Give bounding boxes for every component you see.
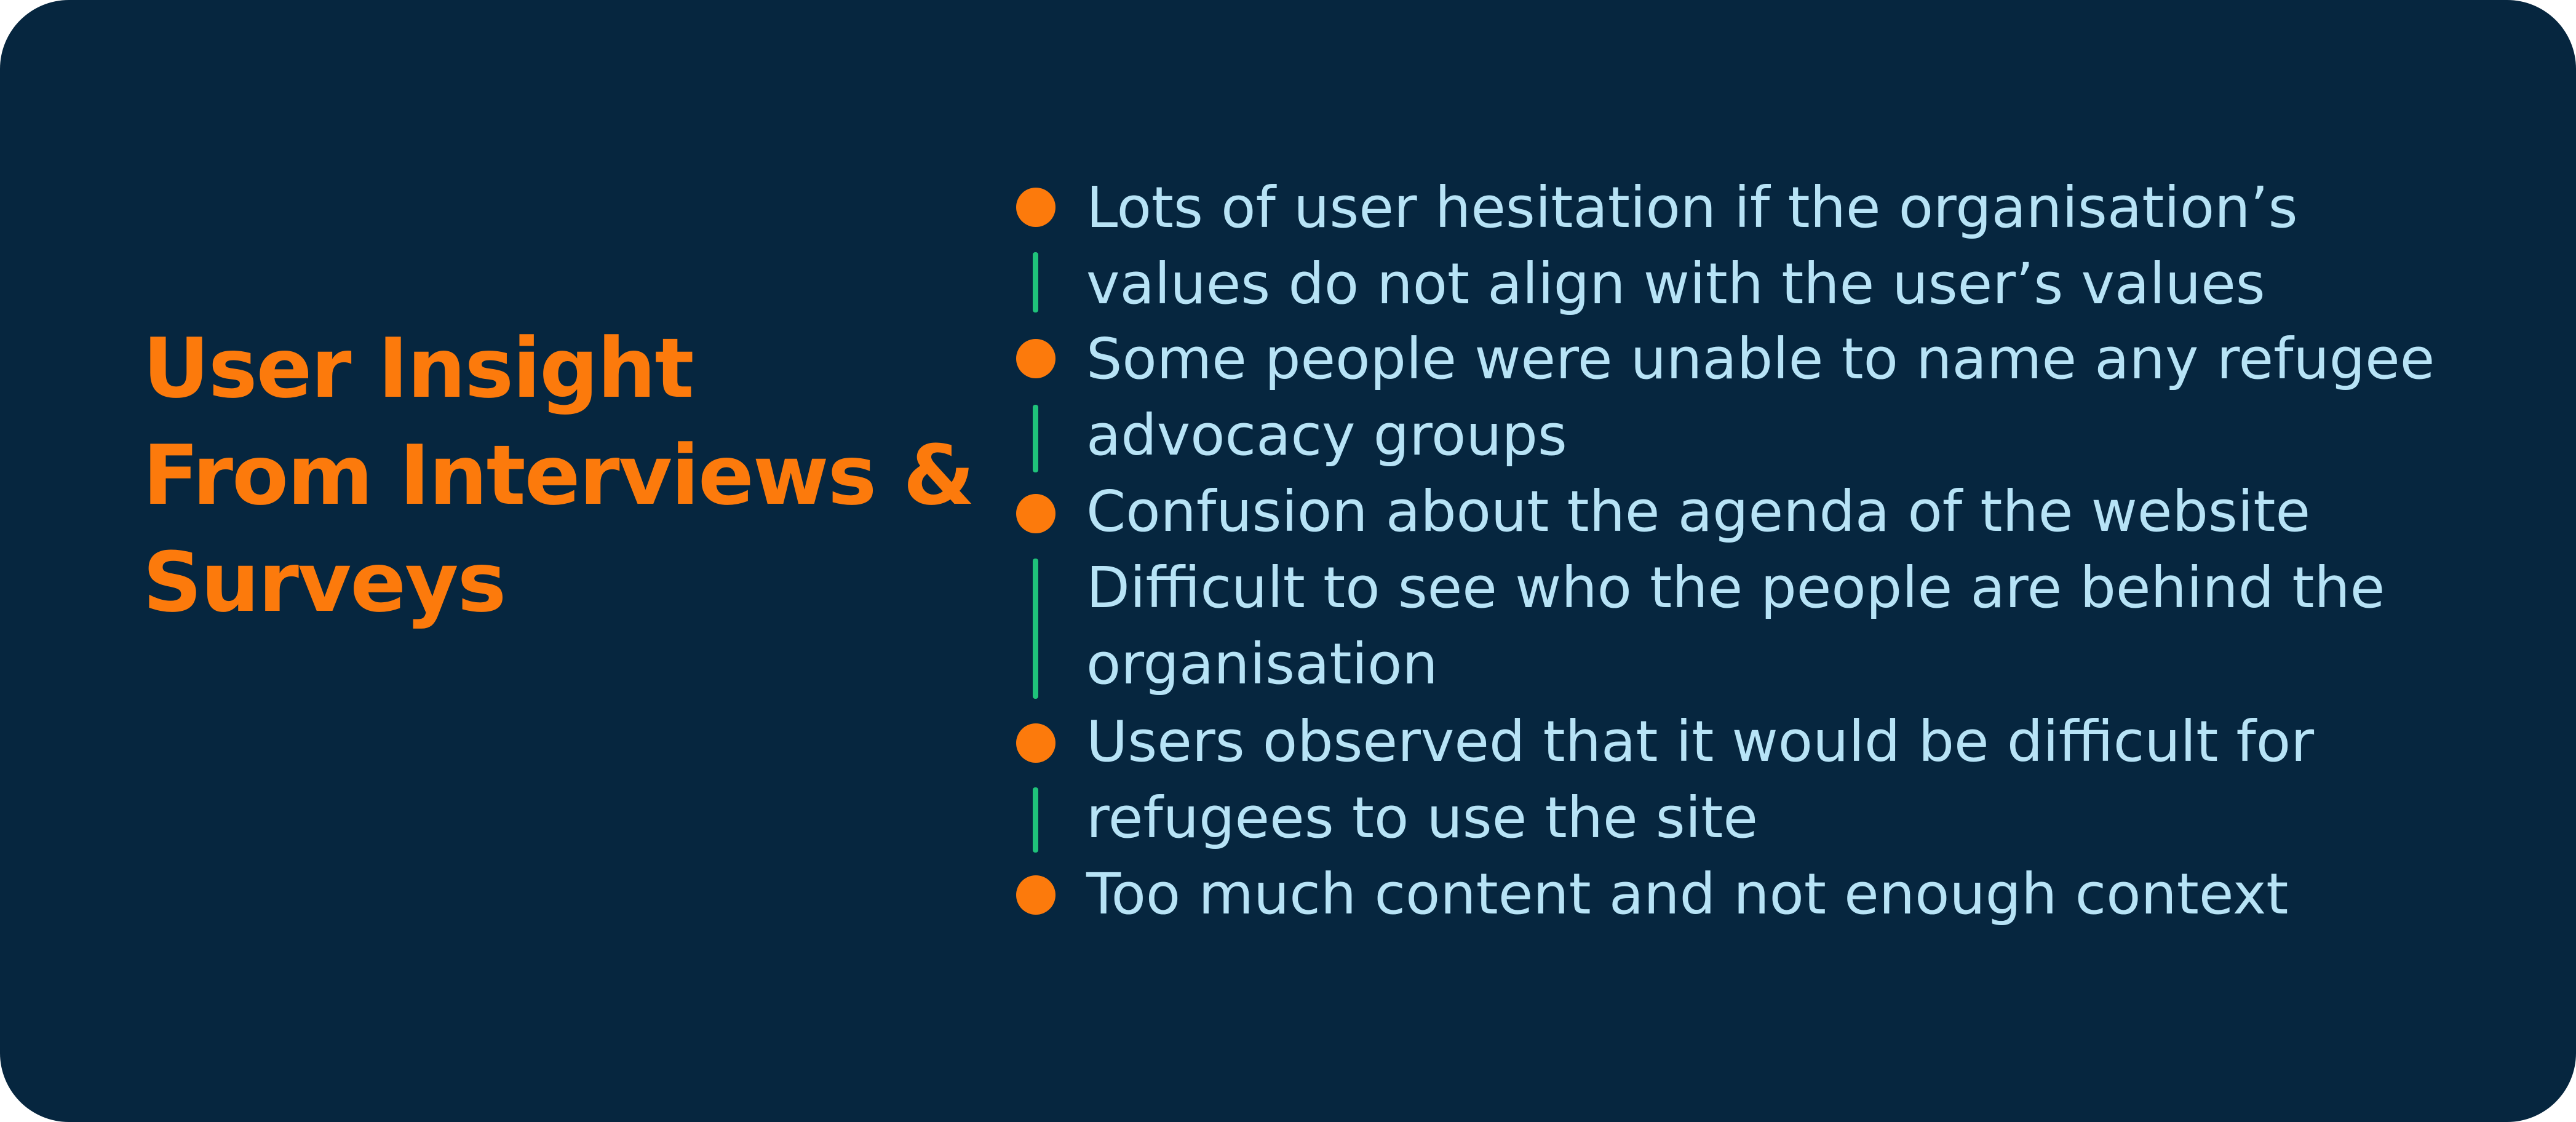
bullet-dot-icon: [1016, 494, 1055, 533]
insight-text: Some people were unable to name any refu…: [1086, 326, 2435, 392]
insight-card: User Insight From Interviews & Surveys L…: [0, 0, 2576, 1122]
bullet-dot-icon: [1016, 723, 1055, 763]
insight-text: Users observed that it would be difficul…: [1086, 709, 2315, 774]
insight-text: advocacy groups: [1086, 402, 1567, 468]
connector-line: [1033, 787, 1038, 853]
bullet-dot-icon: [1016, 339, 1055, 378]
insight-text: organisation: [1086, 631, 1438, 697]
insight-text: Lots of user hesitation if the organisat…: [1086, 175, 2298, 241]
insight-text: refugees to use the site: [1086, 785, 1758, 851]
connector-line: [1033, 405, 1038, 472]
bullet-dot-icon: [1016, 188, 1055, 227]
bullet-dot-icon: [1016, 875, 1055, 915]
insight-text: Too much content and not enough context: [1086, 861, 2289, 927]
connector-line: [1033, 252, 1038, 312]
insight-text: Difficult to see who the people are behi…: [1086, 555, 2385, 621]
insight-text: Confusion about the agenda of the websit…: [1086, 479, 2311, 544]
connector-line: [1033, 559, 1038, 699]
insight-text: values do not align with the user’s valu…: [1086, 251, 2265, 317]
insight-list: Lots of user hesitation if the organisat…: [0, 0, 2576, 1122]
